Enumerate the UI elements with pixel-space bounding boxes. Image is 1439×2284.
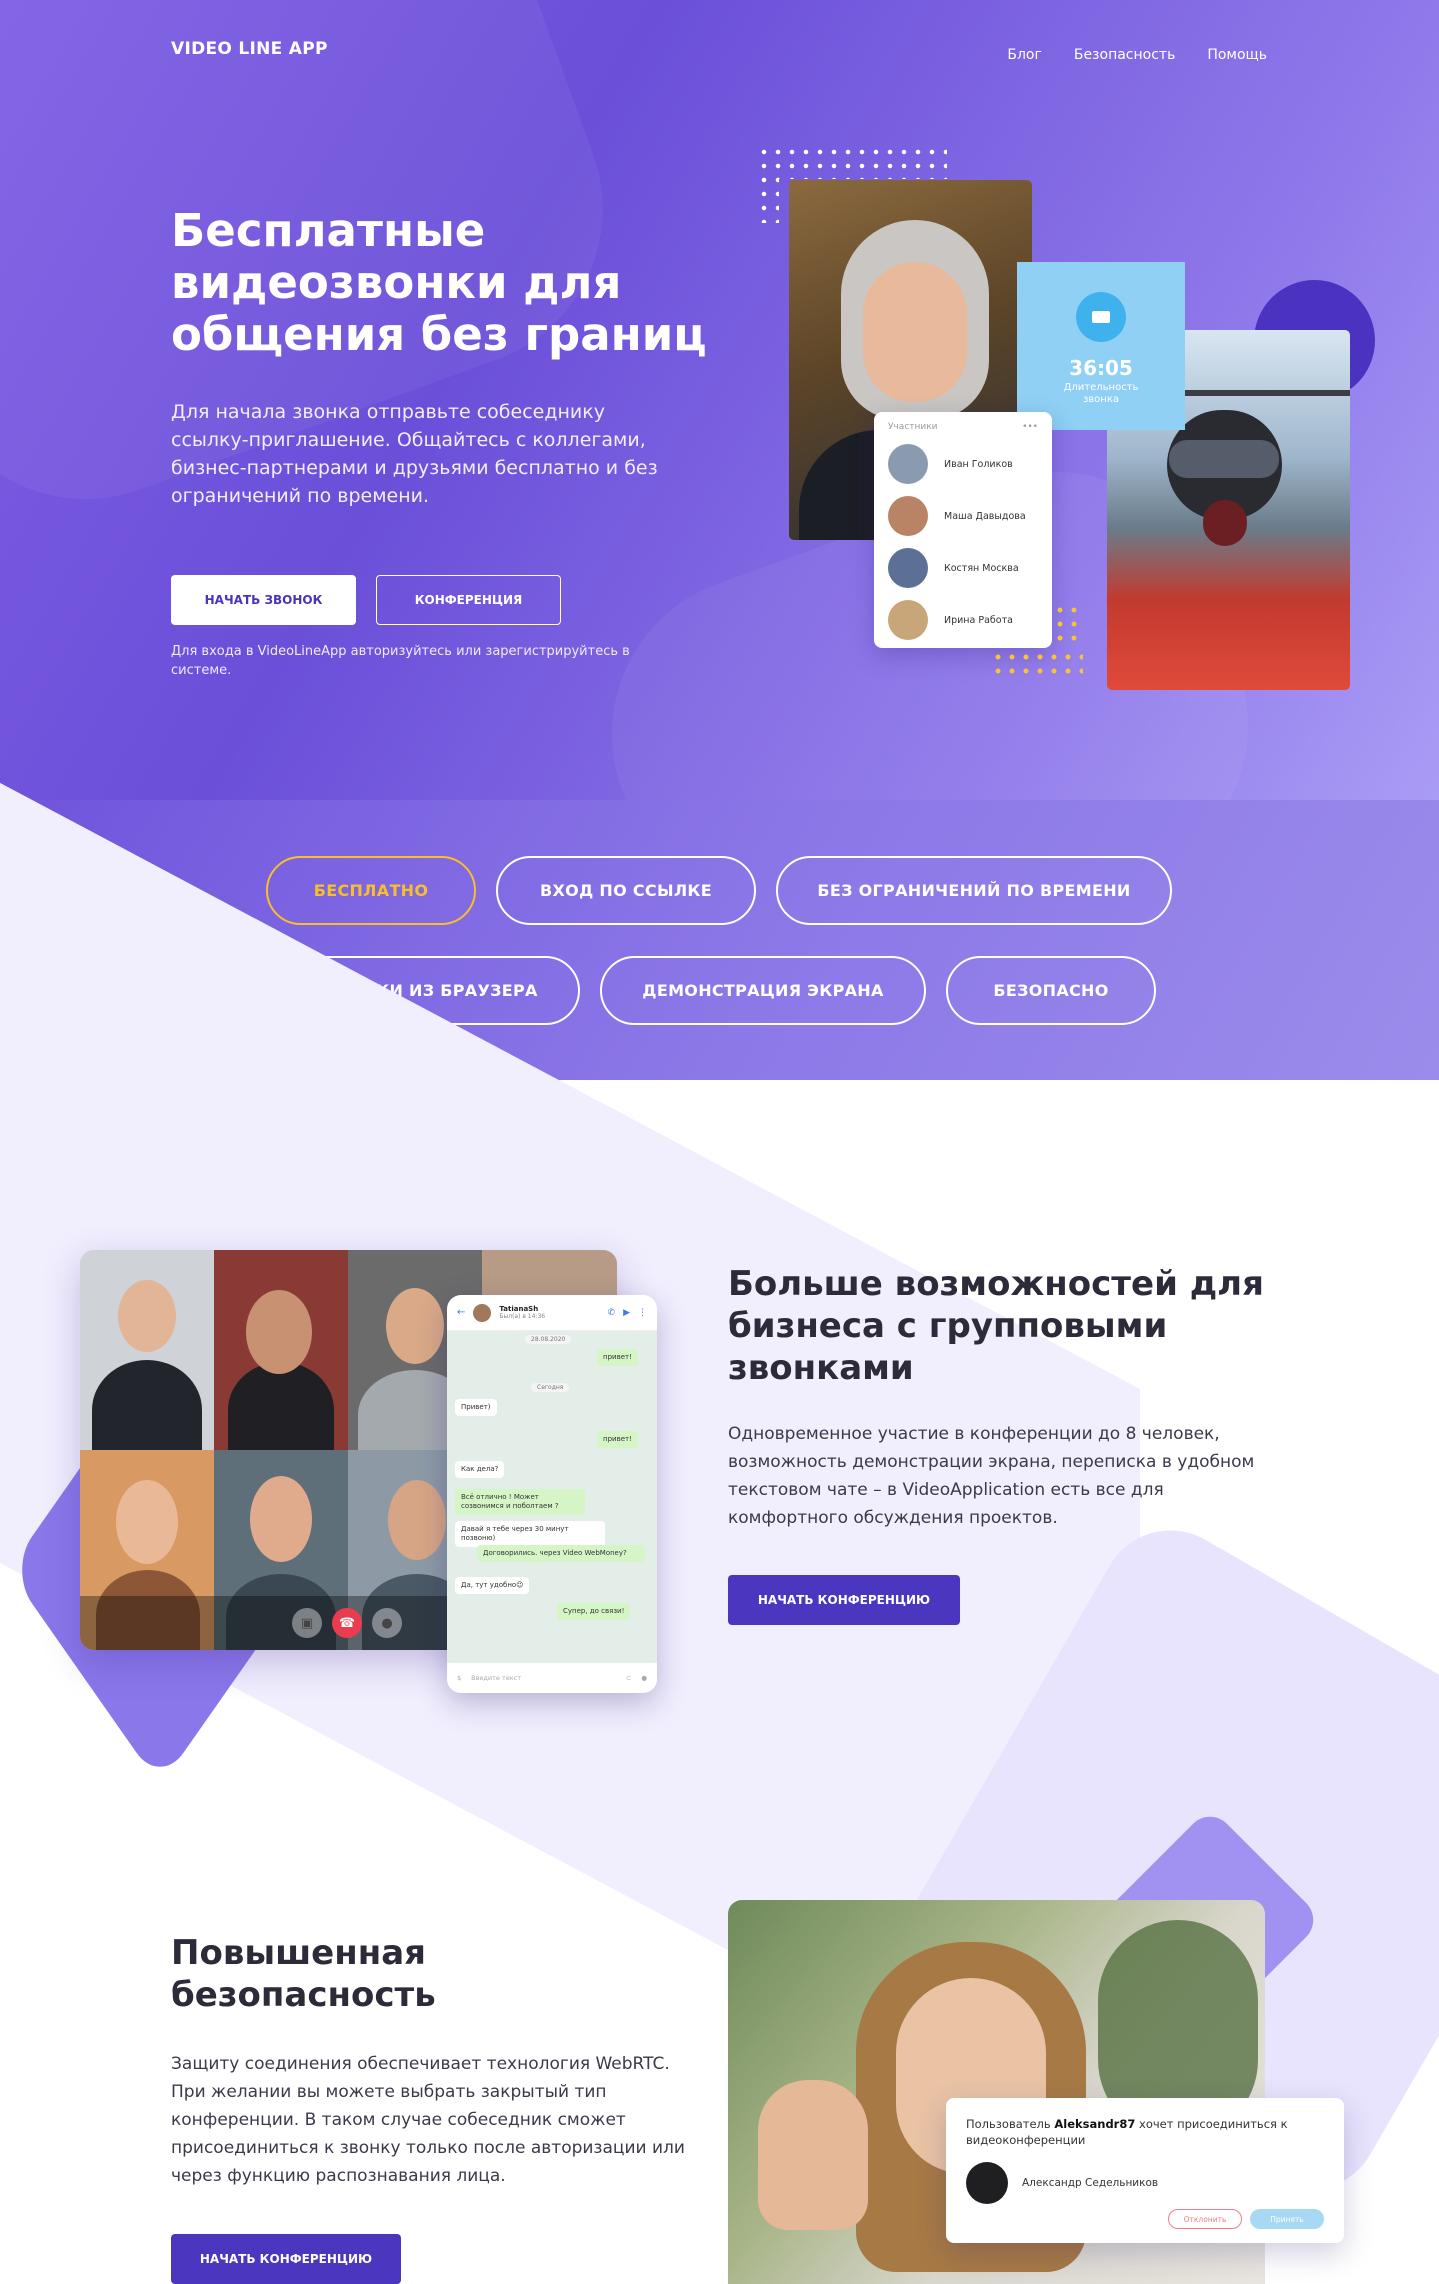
decor-dots-yellow bbox=[1053, 603, 1083, 649]
avatar bbox=[473, 1303, 492, 1322]
photo-detail bbox=[863, 262, 967, 402]
feature-pill-screen-share[interactable]: ДЕМОНСТРАЦИЯ ЭКРАНА bbox=[600, 956, 926, 1025]
chat-message: Привет) bbox=[455, 1399, 497, 1416]
photo-detail bbox=[1203, 500, 1247, 546]
video-tile bbox=[80, 1250, 214, 1450]
chat-message: Договорились. через Video WebMoney? bbox=[477, 1545, 645, 1562]
join-request-notification: Пользователь Aleksandr87 хочет присоедин… bbox=[946, 2098, 1344, 2243]
chat-message: привет! bbox=[597, 1431, 638, 1448]
photo-detail bbox=[1169, 440, 1279, 478]
chat-date: Сегодня bbox=[531, 1383, 570, 1392]
nav-link-blog[interactable]: Блог bbox=[1007, 47, 1041, 63]
business-title: Больше возможностей для бизнеса с группо… bbox=[728, 1264, 1264, 1388]
nav-link-help[interactable]: Помощь bbox=[1207, 47, 1267, 63]
participant-name: Маша Давыдова bbox=[944, 510, 1026, 522]
decor-dots bbox=[757, 145, 947, 179]
main-nav: Блог Безопасность Помощь bbox=[1007, 47, 1267, 63]
auth-note: Для входа в VideoLineApp авторизуйтесь и… bbox=[171, 644, 630, 678]
mic-icon[interactable]: ● bbox=[641, 1674, 647, 1682]
notification-person-name: Александр Седельников bbox=[1022, 2177, 1159, 2189]
camera-off-icon[interactable]: ▣ bbox=[292, 1608, 322, 1638]
phone-icon[interactable]: ✆ bbox=[608, 1308, 616, 1318]
participant-row[interactable]: Ирина Работа bbox=[888, 600, 1038, 640]
start-conference-button-security[interactable]: НАЧАТЬ КОНФЕРЕНЦИЮ bbox=[171, 2234, 401, 2284]
participant-row[interactable]: Иван Голиков bbox=[888, 444, 1038, 484]
feature-pill-unlimited[interactable]: БЕЗ ОГРАНИЧЕНИЙ ПО ВРЕМЕНИ bbox=[776, 856, 1172, 925]
avatar bbox=[888, 496, 928, 536]
decor-dots-yellow bbox=[991, 650, 1083, 680]
chat-message: Давай я тебе через 30 минут позвоню) bbox=[455, 1521, 605, 1547]
chat-message: Всё отлично ! Может созвонимся и поболта… bbox=[455, 1489, 585, 1515]
photo-detail bbox=[758, 2080, 868, 2230]
participant-row[interactable]: Маша Давыдова bbox=[888, 496, 1038, 536]
notification-user: Александр Седельников bbox=[966, 2162, 1324, 2204]
hero-title: Бесплатные видеозвонки для общения без г… bbox=[171, 204, 707, 361]
avatar bbox=[966, 2162, 1008, 2204]
brand-logo[interactable]: VIDEO LINE APP bbox=[171, 39, 328, 59]
avatar bbox=[888, 444, 928, 484]
feature-pill-link[interactable]: ВХОД ПО ССЫЛКЕ bbox=[496, 856, 756, 925]
more-icon[interactable]: ••• bbox=[1022, 422, 1038, 432]
feature-pill-secure[interactable]: БЕЗОПАСНО bbox=[946, 956, 1156, 1025]
attach-icon[interactable]: ⊂ bbox=[626, 1674, 631, 1682]
hero-description: Для начала звонка отправьте собеседнику … bbox=[171, 401, 658, 507]
hero-section: VIDEO LINE APP Блог Безопасность Помощь … bbox=[0, 0, 1439, 800]
business-description: Одновременное участие в конференции до 8… bbox=[728, 1424, 1255, 1528]
chat-date: 28.08.2020 bbox=[525, 1335, 572, 1344]
conference-button[interactable]: КОНФЕРЕНЦИЯ bbox=[376, 575, 561, 625]
security-description: Защиту соединения обеспечивает технологи… bbox=[171, 2054, 685, 2186]
security-title: Повышенная безопасность bbox=[171, 1933, 436, 2015]
avatar bbox=[888, 548, 928, 588]
more-icon[interactable]: ⋮ bbox=[638, 1308, 647, 1318]
participant-name: Иван Голиков bbox=[944, 458, 1013, 470]
video-tile bbox=[214, 1250, 348, 1450]
notification-text: Пользователь Aleksandr87 хочет присоедин… bbox=[966, 2117, 1288, 2147]
chat-contact-status: Был(а) в 14:36 bbox=[499, 1313, 546, 1320]
chat-message: Как дела? bbox=[455, 1461, 505, 1478]
chat-header: ← TatianaSh Был(а) в 14:36 ✆ ▶ ⋮ bbox=[447, 1295, 657, 1331]
chat-message: Супер, до связи! bbox=[557, 1603, 631, 1620]
requesting-username: Aleksandr87 bbox=[1054, 2117, 1136, 2131]
chat-input[interactable]: $ Введите текст ⊂ ● bbox=[447, 1663, 657, 1693]
video-icon[interactable]: ▶ bbox=[623, 1308, 630, 1318]
participant-name: Костян Москва bbox=[944, 562, 1019, 574]
back-arrow-icon[interactable]: ← bbox=[457, 1307, 465, 1318]
start-call-button[interactable]: НАЧАТЬ ЗВОНОК bbox=[171, 575, 356, 625]
chat-message: привет! bbox=[597, 1349, 638, 1366]
participant-row[interactable]: Костян Москва bbox=[888, 548, 1038, 588]
call-timer-card: 36:05 Длительность звонка bbox=[1017, 262, 1185, 430]
call-duration-label: Длительность звонка bbox=[1063, 382, 1139, 405]
decor-dots bbox=[757, 173, 779, 223]
feature-pill-free[interactable]: БЕСПЛАТНО bbox=[266, 856, 476, 925]
hang-up-button[interactable]: ☎ bbox=[332, 1608, 362, 1638]
call-duration-value: 36:05 bbox=[1069, 356, 1133, 380]
chat-input-placeholder: Введите текст bbox=[471, 1674, 522, 1682]
chat-messages: 28.08.2020 привет! Сегодня Привет) приве… bbox=[447, 1331, 657, 1663]
chat-contact-name: TatianaSh bbox=[499, 1305, 539, 1313]
participant-name: Ирина Работа bbox=[944, 614, 1013, 626]
video-camera-icon bbox=[1076, 292, 1126, 342]
decline-button[interactable]: Отклонить bbox=[1168, 2209, 1242, 2229]
start-conference-button[interactable]: НАЧАТЬ КОНФЕРЕНЦИЮ bbox=[728, 1575, 960, 1625]
accept-button[interactable]: Принять bbox=[1250, 2209, 1324, 2229]
participants-card: Участники ••• Иван Голиков Маша Давыдова… bbox=[874, 412, 1052, 648]
chat-phone: ← TatianaSh Был(а) в 14:36 ✆ ▶ ⋮ 28.08.2… bbox=[447, 1295, 657, 1693]
participants-title: Участники bbox=[888, 422, 938, 432]
chat-message: Да, тут удобно😉 bbox=[455, 1577, 530, 1594]
mic-off-icon[interactable]: ● bbox=[372, 1608, 402, 1638]
dollar-icon[interactable]: $ bbox=[457, 1674, 461, 1682]
avatar bbox=[888, 600, 928, 640]
nav-link-security[interactable]: Безопасность bbox=[1074, 47, 1175, 63]
